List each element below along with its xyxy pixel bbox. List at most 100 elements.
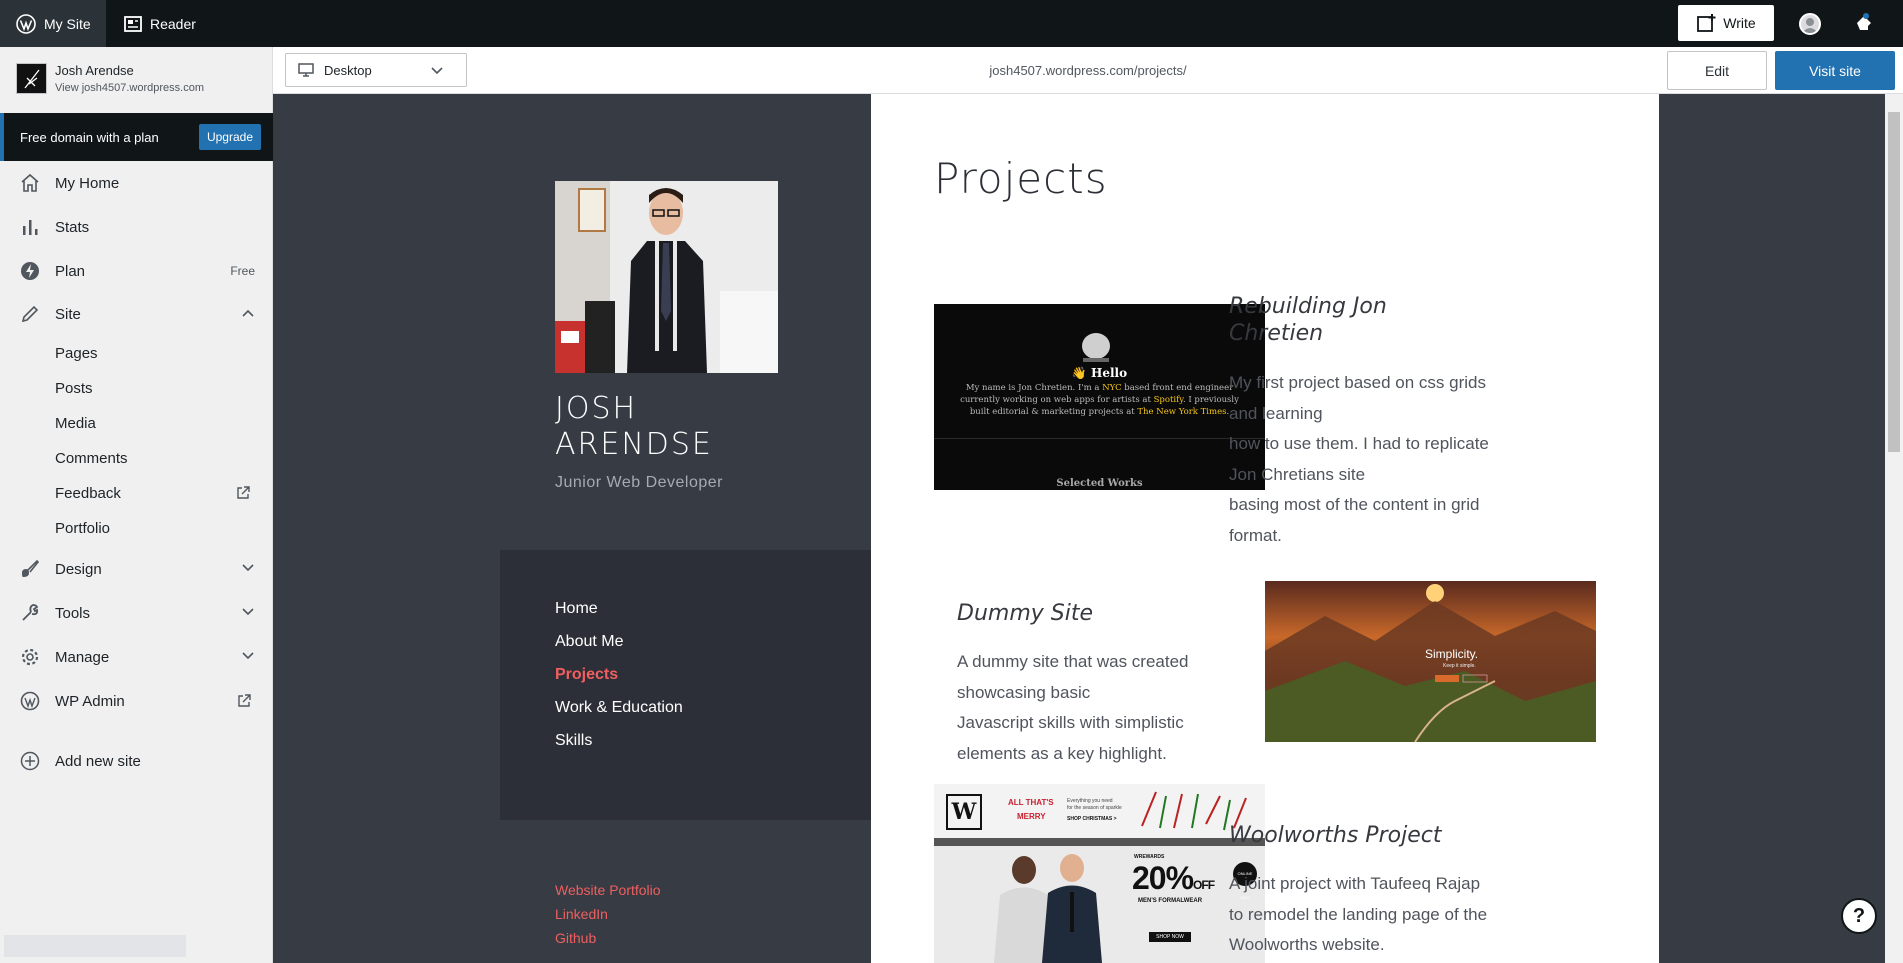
bell-icon (1857, 13, 1871, 30)
sidebar-scrollbar[interactable] (4, 935, 186, 957)
sidebar-subitem-posts[interactable]: Posts (55, 380, 93, 397)
social-link-github[interactable]: Github (555, 930, 596, 946)
external-link-icon (237, 486, 250, 499)
project-description: A dummy site that was created showcasing… (957, 652, 1189, 763)
external-link-icon (238, 694, 251, 707)
project-description: My first project based on css grids and … (1229, 373, 1489, 545)
plan-icon (21, 262, 39, 280)
thumb-discount: 20%OFF (1132, 860, 1215, 896)
menu-item-skills[interactable]: Skills (555, 732, 592, 750)
tools-icon (22, 604, 39, 621)
preview-url: josh4507.wordpress.com/projects/ (989, 63, 1187, 78)
chevron-up-icon (242, 309, 254, 317)
thumb-hello: 👋 Hello (1071, 366, 1128, 380)
wordpress-icon (20, 691, 40, 711)
chevron-down-icon (242, 608, 254, 616)
page-title: Projects (934, 154, 1108, 203)
chevron-down-icon (242, 652, 254, 660)
social-link-linkedin[interactable]: LinkedIn (555, 906, 608, 922)
visit-site-button[interactable]: Visit site (1775, 51, 1895, 90)
social-link-portfolio[interactable]: Website Portfolio (555, 882, 661, 898)
project-thumbnail-woolworths[interactable]: W ALL THAT'S MERRY Everything you need f… (934, 784, 1265, 963)
preview-scroll-thumb[interactable] (1888, 112, 1900, 452)
sidebar-subitem-portfolio[interactable]: Portfolio (55, 520, 110, 537)
menu-item-home[interactable]: Home (555, 600, 598, 618)
notifications-button[interactable] (1853, 12, 1875, 34)
sidebar-item-label: Tools (55, 604, 91, 622)
write-button[interactable]: Write (1678, 5, 1774, 41)
sidebar-item-tools[interactable]: Tools (0, 593, 273, 633)
thumb-simplicity: Simplicity. (1425, 647, 1479, 661)
project-thumbnail-dummy-site[interactable]: Simplicity. Keep it simple. (1265, 581, 1596, 742)
edit-button[interactable]: Edit (1667, 51, 1767, 90)
menu-item-about-me[interactable]: About Me (555, 633, 623, 651)
reader-icon (124, 15, 142, 32)
reader-label: Reader (150, 15, 196, 32)
sidebar-item-my-home[interactable]: My Home (0, 163, 273, 203)
page-content: Projects 👋 Hello My name is Jon Chretien… (871, 94, 1659, 963)
my-site-label: My Site (44, 15, 91, 32)
avatar[interactable] (1799, 13, 1821, 35)
free-domain-upsell[interactable]: Free domain with a plan Upgrade (0, 113, 273, 161)
thumb-intro: My name is Jon Chretien. I'm a NYC based… (960, 383, 1239, 417)
project-thumbnail-jon-chretien[interactable]: 👋 Hello My name is Jon Chretien. I'm a N… (934, 304, 1265, 490)
sidebar-subitem-comments[interactable]: Comments (55, 450, 128, 467)
thumb-promo3: SHOP CHRISTMAS > (1067, 816, 1117, 822)
menu-item-work-education[interactable]: Work & Education (555, 699, 683, 717)
sidebar-item-site[interactable]: Site (0, 294, 273, 334)
site-title[interactable]: JOSH ARENDSE (555, 391, 815, 463)
add-icon (20, 751, 40, 771)
sidebar-item-label: WP Admin (55, 692, 125, 710)
upgrade-button[interactable]: Upgrade (198, 124, 261, 150)
sidebar-item-plan[interactable]: Plan Free (0, 251, 273, 291)
home-icon (21, 173, 39, 192)
menu-item-projects[interactable]: Projects (555, 666, 618, 684)
sidebar: Josh Arendse View josh4507.wordpress.com… (0, 47, 273, 963)
site-menu: Home About Me Projects Work & Education … (500, 550, 871, 820)
chevron-down-icon (242, 564, 254, 572)
site-card[interactable]: Josh Arendse View josh4507.wordpress.com (0, 47, 273, 113)
masterbar: My Site Reader Write (0, 0, 1903, 47)
reader-button[interactable]: Reader (124, 0, 196, 47)
wordpress-icon (16, 13, 36, 34)
site-preview-frame: JOSH ARENDSE Junior Web Developer Home A… (273, 94, 1903, 963)
site-name: Josh Arendse (55, 63, 134, 78)
thumb-promo1: Everything you need (1067, 798, 1113, 804)
preview-toolbar: Desktop josh4507.wordpress.com/projects/… (273, 47, 1903, 94)
sidebar-item-label: Design (55, 560, 102, 578)
project-title[interactable]: Woolworths Project (1229, 822, 1441, 849)
write-label: Write (1723, 15, 1756, 31)
thumb-banner1: ALL THAT'S (1008, 798, 1054, 807)
sidebar-subitem-media[interactable]: Media (55, 415, 96, 432)
thumb-banner2: MERRY (1017, 812, 1046, 821)
sidebar-subitem-pages[interactable]: Pages (55, 345, 98, 362)
site-right-margin (1659, 94, 1885, 963)
sidebar-subitem-feedback[interactable]: Feedback (55, 485, 121, 502)
thumb-shop-now: SHOP NOW (1149, 932, 1191, 942)
sidebar-item-wp-admin[interactable]: WP Admin (0, 681, 273, 721)
project-description: A joint project with Taufeeq Rajap to re… (1229, 874, 1488, 954)
woolworths-logo: W (946, 794, 982, 830)
thumb-promo2: for the season of sparkle (1067, 805, 1122, 811)
site-url[interactable]: View josh4507.wordpress.com (55, 82, 204, 94)
sidebar-item-label: Add new site (55, 752, 141, 770)
thumb-formal: MEN'S FORMALWEAR (1138, 898, 1203, 904)
project-title[interactable]: Dummy Site (957, 600, 1093, 627)
thumb-simplicity-sub: Keep it simple. (1443, 663, 1476, 669)
profile-photo (555, 181, 778, 373)
site-icon (16, 63, 47, 94)
user-icon (1802, 18, 1818, 33)
help-button[interactable]: ? (1841, 898, 1877, 934)
design-icon (22, 559, 40, 577)
sidebar-item-add-new-site[interactable]: Add new site (0, 741, 273, 781)
sidebar-item-design[interactable]: Design (0, 549, 273, 589)
sidebar-item-label: Site (55, 305, 81, 323)
sidebar-item-stats[interactable]: Stats (0, 207, 273, 247)
sidebar-item-label: Plan (55, 262, 86, 280)
plan-badge: Free (230, 264, 255, 278)
my-site-button[interactable]: My Site (0, 0, 106, 47)
project-title[interactable]: Rebuilding Jon Chretien (1229, 293, 1419, 347)
thumb-selected-works: Selected Works (1056, 478, 1143, 489)
sidebar-item-manage[interactable]: Manage (0, 637, 273, 677)
site-title-line1: JOSH (555, 391, 638, 426)
